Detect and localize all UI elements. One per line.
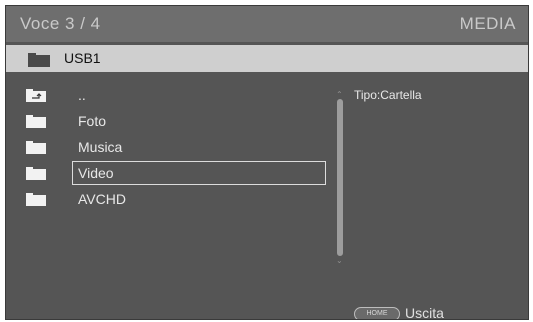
title-bar: Voce 3 / 4 MEDIA: [6, 6, 528, 42]
list-item-label: AVCHD: [78, 191, 126, 207]
list-item-label: Musica: [78, 139, 123, 155]
item-type-info: Tipo:Cartella: [354, 88, 422, 102]
scroll-track[interactable]: [337, 99, 343, 256]
file-list: .. Foto Musica Video AVCHD: [26, 83, 332, 213]
scroll-down-arrow-icon: ⌄: [336, 256, 343, 265]
list-item-parent-folder[interactable]: ..: [26, 83, 332, 107]
home-button[interactable]: HOME: [354, 307, 400, 319]
current-folder-label: USB1: [64, 50, 101, 66]
item-counter: Voce 3 / 4: [20, 14, 101, 33]
list-item-foto[interactable]: Foto: [26, 109, 332, 133]
list-item-avchd[interactable]: AVCHD: [26, 187, 332, 211]
folder-icon: [26, 193, 46, 206]
path-bar: USB1: [6, 45, 528, 72]
exit-label: Uscita: [405, 305, 444, 320]
mode-label: MEDIA: [459, 14, 516, 33]
list-item-musica[interactable]: Musica: [26, 135, 332, 159]
parent-folder-icon: [26, 89, 46, 102]
list-item-label: ..: [78, 87, 86, 103]
folder-icon: [28, 53, 50, 67]
list-item-label: Foto: [78, 113, 107, 129]
list-item-video[interactable]: Video: [26, 161, 326, 185]
folder-icon: [26, 115, 46, 128]
folder-icon: [26, 167, 46, 180]
list-item-label: Video: [78, 165, 114, 181]
folder-icon: [26, 141, 46, 154]
media-browser-screen: Voce 3 / 4 MEDIA USB1 .. Foto Musica Vid…: [5, 5, 529, 320]
scroll-up-arrow-icon: ⌃: [336, 90, 343, 99]
scrollbar[interactable]: ⌃ ⌄: [336, 90, 344, 265]
